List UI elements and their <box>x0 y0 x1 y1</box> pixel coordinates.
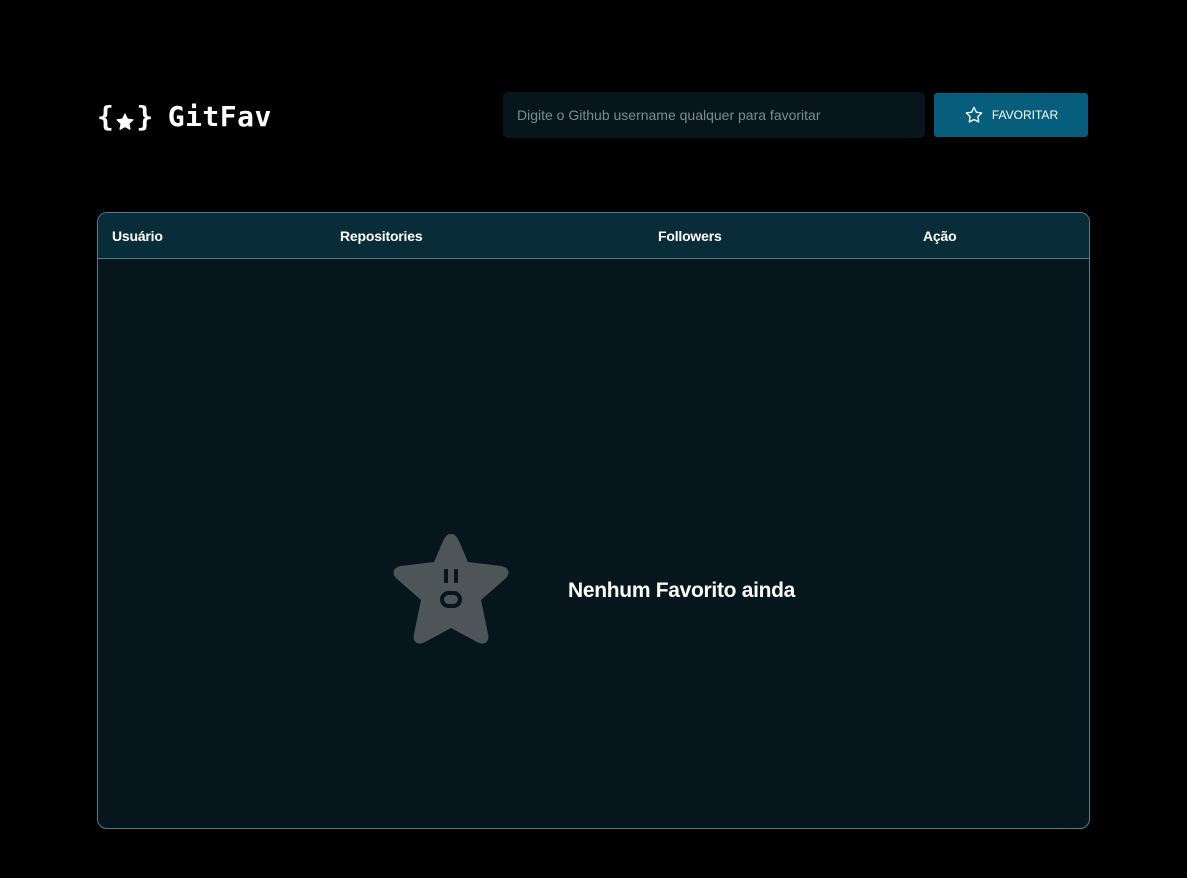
app-title: GitFav <box>167 99 272 133</box>
logo-star-icon <box>115 106 135 130</box>
favorite-button[interactable]: FAVORITAR <box>934 93 1088 137</box>
table-header: Usuário Repositories Followers Ação <box>98 213 1089 259</box>
logo-brace-open: { <box>97 99 115 133</box>
username-search-input[interactable] <box>503 92 925 138</box>
logo-brace-close: } <box>136 99 154 133</box>
favorites-table: Usuário Repositories Followers Ação Nenh… <box>97 212 1090 829</box>
favorite-button-label: FAVORITAR <box>991 108 1059 122</box>
column-header-user: Usuário <box>112 228 163 244</box>
empty-state-message: Nenhum Favorito ainda <box>568 579 796 602</box>
app-root: { } GitFav FAVORITAR Usuário Repositorie… <box>0 0 1187 878</box>
column-header-followers: Followers <box>658 228 722 244</box>
column-header-action: Ação <box>923 228 957 244</box>
column-header-repositories: Repositories <box>340 228 423 244</box>
empty-state: Nenhum Favorito ainda <box>98 259 1089 828</box>
surprised-star-icon <box>388 528 514 648</box>
star-outline-icon <box>964 105 984 125</box>
app-logo: { } GitFav <box>97 97 272 135</box>
